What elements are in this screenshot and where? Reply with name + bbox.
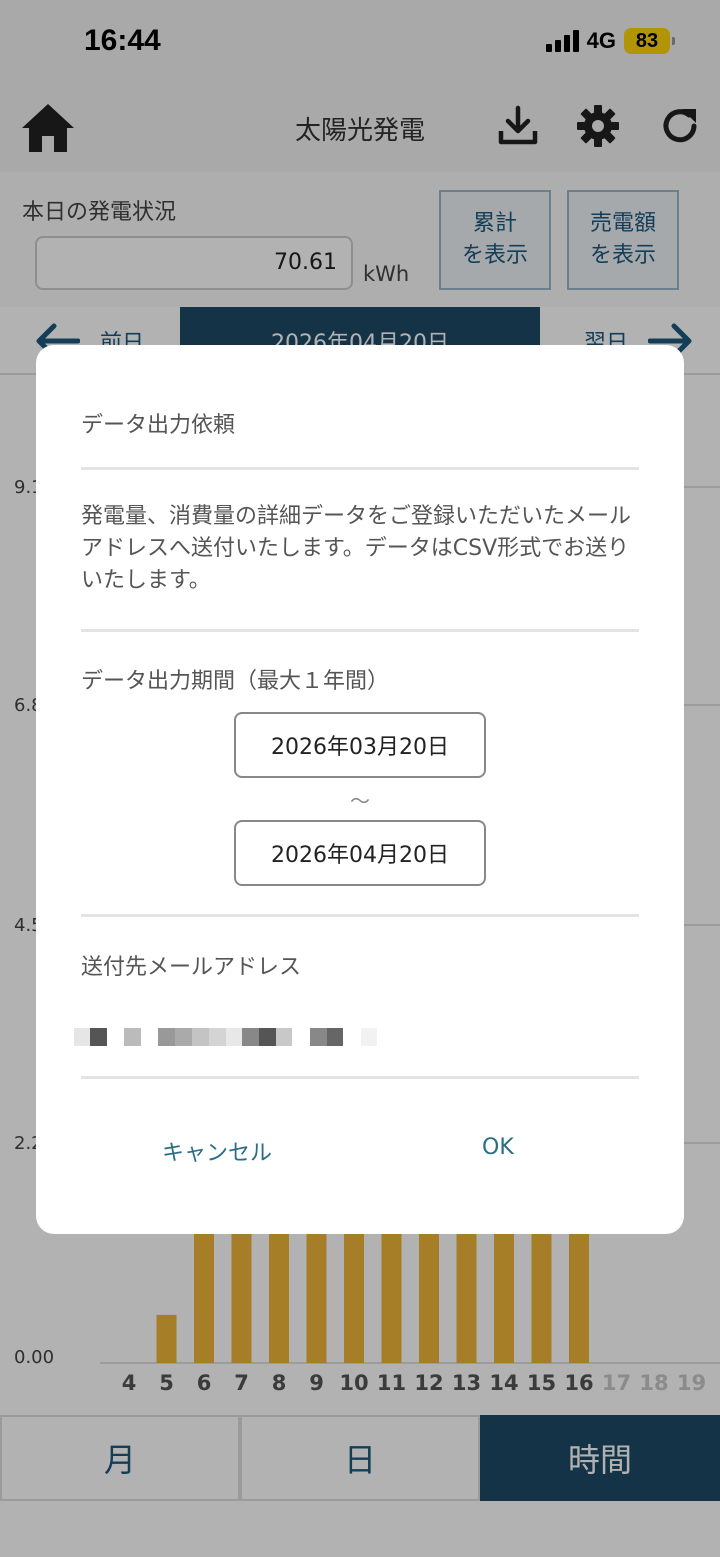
end-date-field[interactable]: 2026年04月20日 — [234, 820, 486, 886]
email-label: 送付先メールアドレス — [81, 955, 302, 980]
range-separator: 〜 — [350, 789, 370, 813]
cancel-button[interactable]: キャンセル — [162, 1135, 272, 1167]
export-period-label: データ出力期間（最大１年間） — [81, 669, 390, 694]
dialog-description: 発電量、消費量の詳細データをご登録いただいたメールアドレスへ送付いたします。デー… — [81, 504, 632, 593]
masked-email-address — [74, 1028, 377, 1046]
divider — [81, 629, 639, 632]
ok-button[interactable]: OK — [482, 1135, 514, 1160]
dialog-title: データ出力依頼 — [81, 413, 236, 438]
start-date-field[interactable]: 2026年03月20日 — [234, 712, 486, 778]
data-export-dialog: データ出力依頼 発電量、消費量の詳細データをご登録いただいたメールアドレスへ送付… — [36, 345, 684, 1234]
divider — [81, 467, 639, 470]
divider — [81, 1076, 639, 1079]
divider — [81, 914, 639, 917]
